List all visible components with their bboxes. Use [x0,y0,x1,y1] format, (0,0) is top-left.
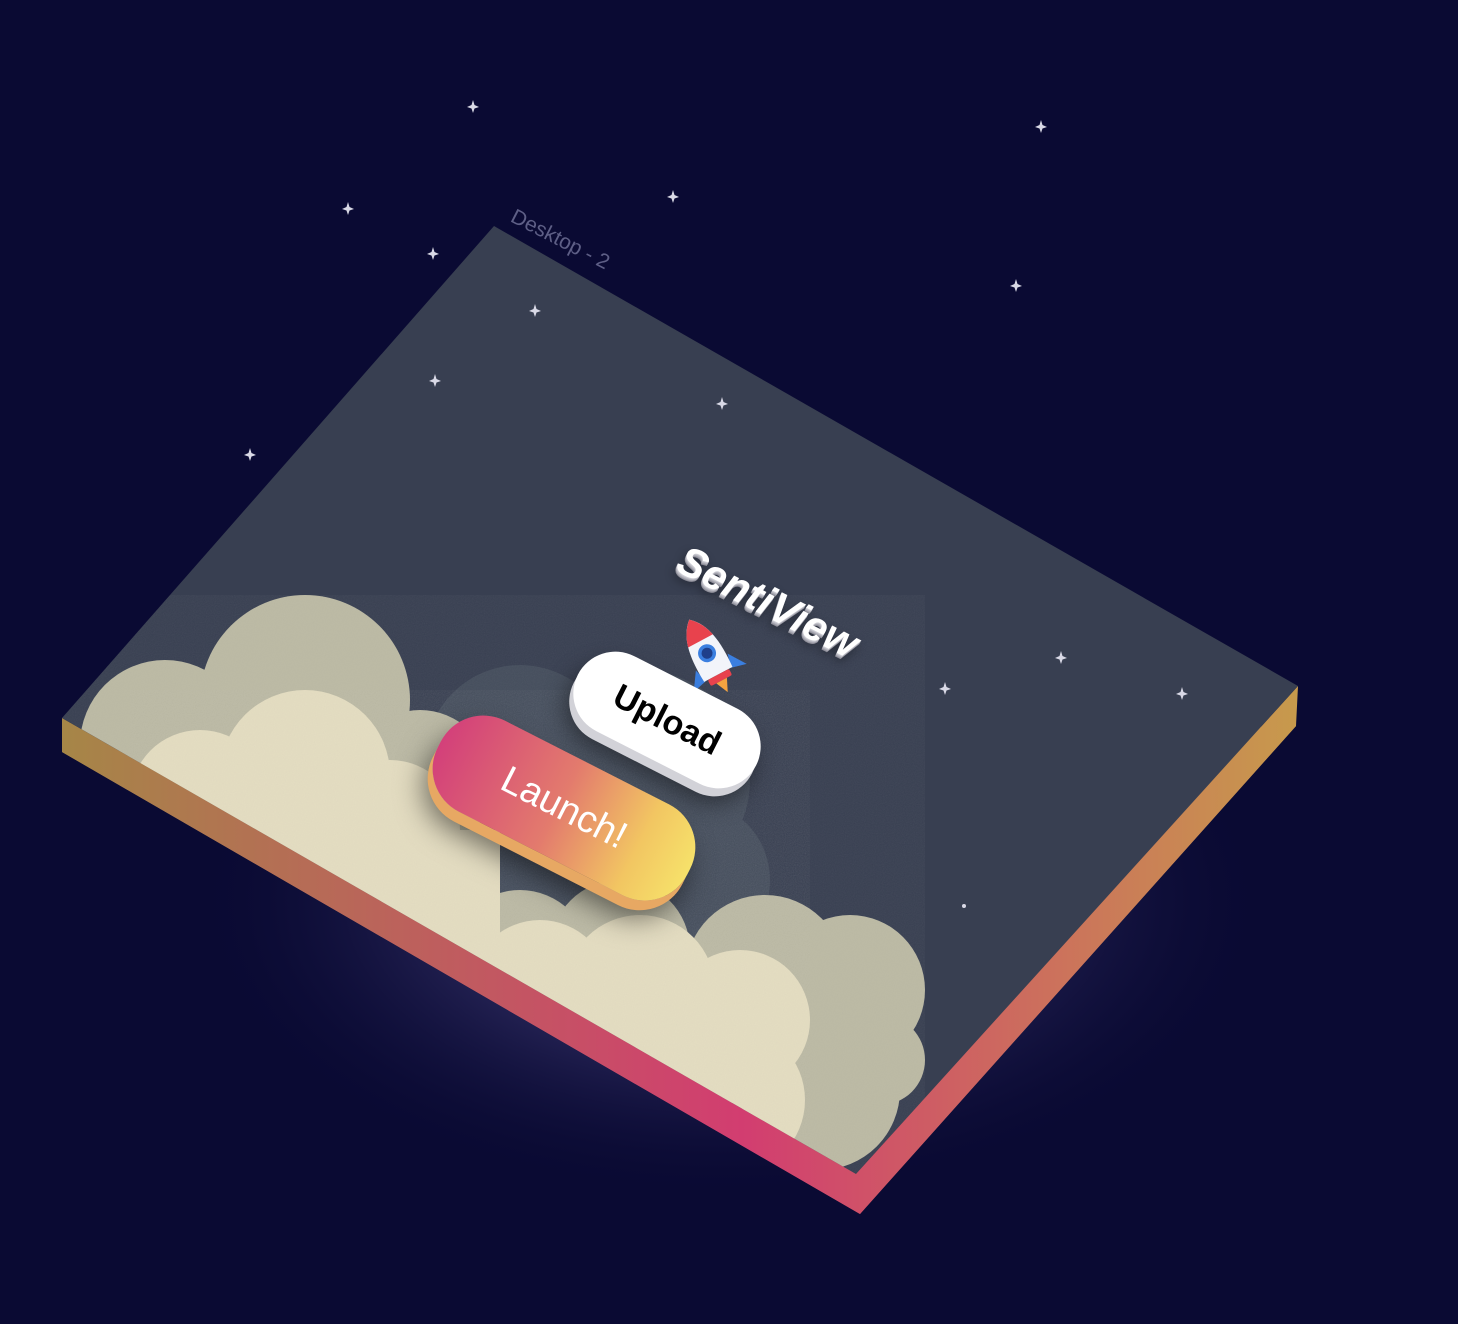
star-icon [342,202,354,215]
star-icon [667,190,679,203]
star-icon [1014,460,1026,473]
star-icon [427,247,439,260]
star-icon [1148,489,1160,502]
star-icon [962,904,966,908]
star-icon [244,448,256,461]
star-icon [802,347,814,360]
launch-scene: Desktop - 2 SentiView Upload Launch! [0,0,1458,1324]
star-icon [1010,279,1022,292]
star-icon [467,100,479,113]
star-icon [1035,120,1047,133]
